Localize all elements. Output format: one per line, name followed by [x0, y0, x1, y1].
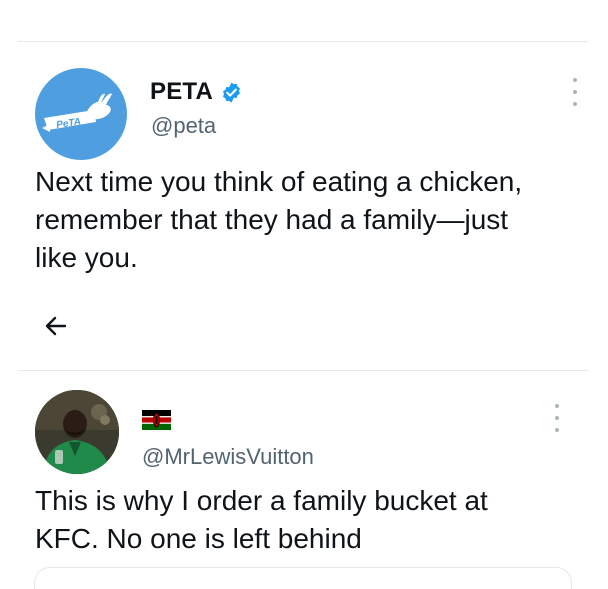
more-options-icon[interactable]: [571, 78, 579, 106]
tweet1-text-line: Next time you think of eating a chicken,: [35, 166, 523, 197]
quote-card[interactable]: [34, 567, 572, 589]
user-avatar-photo: [35, 390, 119, 474]
peta-avatar[interactable]: PeTA: [35, 68, 127, 160]
display-name[interactable]: PETA: [150, 78, 213, 106]
handle[interactable]: @MrLewisVuitton: [142, 444, 314, 470]
tweet1-text-line: like you.: [35, 242, 138, 273]
tweet1-name-row: PETA: [150, 78, 243, 106]
user-avatar[interactable]: [35, 390, 119, 474]
peta-logo-icon: PeTA: [42, 93, 112, 132]
tweet2-text-line: This is why I order a family bucket at: [35, 485, 488, 516]
verified-badge-icon: [223, 81, 240, 103]
more-options-icon[interactable]: [553, 404, 561, 432]
arrow-left-icon[interactable]: [43, 313, 69, 339]
tweet1-text: Next time you think of eating a chicken,…: [35, 163, 522, 277]
tweet2-text: This is why I order a family bucket at K…: [35, 482, 488, 558]
reply-divider: [18, 370, 588, 371]
tweet2-text-line: KFC. No one is left behind: [35, 523, 362, 554]
kenya-flag-icon: [142, 410, 171, 430]
screenshot: PeTA PETA @peta Next time you think of e…: [0, 0, 608, 589]
top-divider: [18, 41, 588, 42]
handle[interactable]: @peta: [151, 113, 216, 139]
tweet1-text-line: remember that they had a family—just: [35, 204, 509, 235]
